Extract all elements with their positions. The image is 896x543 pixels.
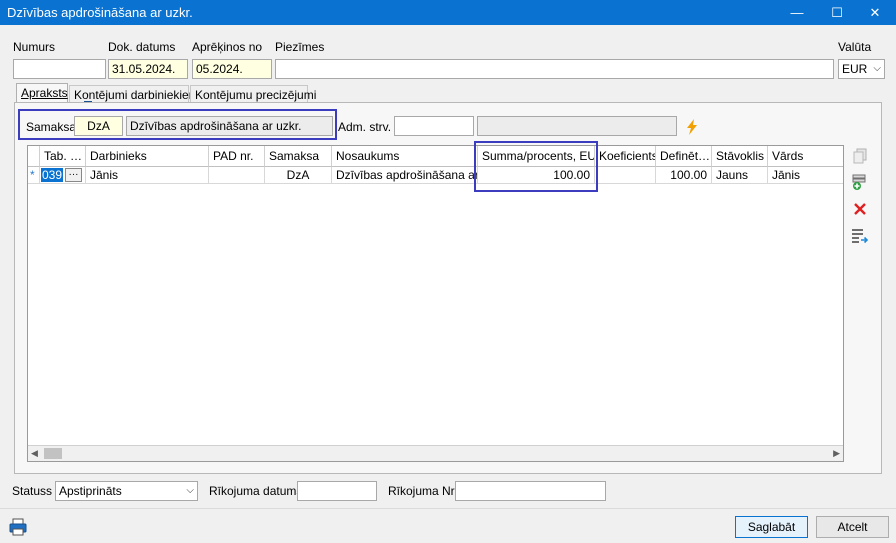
table-row-stavoklis[interactable]: Jauns xyxy=(712,167,768,184)
column-header-nosaukums[interactable]: Nosaukums xyxy=(332,146,478,167)
tab-kontejumu-precizejumi[interactable]: Kontējumu precizējumi xyxy=(190,85,316,103)
copy-row-icon[interactable] xyxy=(850,146,870,166)
column-header-pad-nr[interactable]: PAD nr. xyxy=(209,146,265,167)
minimize-icon: — xyxy=(790,5,804,20)
chevron-down-icon: ⌵ xyxy=(186,485,194,496)
numurs-label: Numurs xyxy=(13,40,56,54)
samaksa-code-field[interactable]: DzA xyxy=(74,116,123,136)
tab-number-value: 039 xyxy=(41,168,64,182)
close-button[interactable]: ✕ xyxy=(854,0,896,25)
adm-strv-label: Adm. strv. xyxy=(338,120,392,134)
tab-apraksts[interactable]: Apraksts xyxy=(16,83,68,103)
statuss-select[interactable]: Apstiprināts ⌵ xyxy=(55,481,198,501)
cancel-button[interactable]: Atcelt xyxy=(816,516,889,538)
chevron-down-icon: ⌵ xyxy=(873,63,881,74)
table-row-tab-cell[interactable]: 039 ··· xyxy=(40,167,86,184)
window-title: Dzīvības apdrošināšana ar uzkr. xyxy=(7,5,193,20)
samaksa-name-field: Dzīvības apdrošināšana ar uzkr. xyxy=(126,116,333,136)
scroll-right-icon[interactable]: ▶ xyxy=(833,448,840,459)
table-row-nosaukums[interactable]: Dzīvības apdrošināšana ar … xyxy=(332,167,478,184)
row-marker: * xyxy=(28,167,40,184)
lightning-icon[interactable] xyxy=(682,117,702,137)
piezimes-label: Piezīmes xyxy=(275,40,325,54)
rikojuma-datums-label: Rīkojuma datums xyxy=(209,484,303,498)
table-row-definet[interactable]: 100.00 xyxy=(656,167,712,184)
title-bar: Dzīvības apdrošināšana ar uzkr. — ☐ ✕ xyxy=(0,0,896,25)
save-button[interactable]: Saglabāt xyxy=(735,516,808,538)
statuss-value: Apstiprināts xyxy=(59,484,122,498)
statuss-label: Statuss xyxy=(12,484,53,498)
delete-row-icon[interactable] xyxy=(850,199,870,219)
dok-datums-label: Dok. datums xyxy=(108,40,176,54)
aprekinos-label: Aprēķinos no xyxy=(192,40,263,54)
footer-divider xyxy=(0,508,896,509)
column-header-tab[interactable]: Tab. … xyxy=(40,146,86,167)
row-indicator-header xyxy=(28,146,40,167)
valuta-label: Valūta xyxy=(838,40,872,54)
table-row-darbinieks[interactable]: Jānis xyxy=(86,167,209,184)
table-row-samaksa[interactable]: DzA xyxy=(265,167,332,184)
maximize-button[interactable]: ☐ xyxy=(816,0,858,25)
maximize-icon: ☐ xyxy=(831,4,843,20)
adm-strv-name-field xyxy=(477,116,677,136)
aprekinos-field[interactable]: 05.2024. xyxy=(192,59,272,79)
rikojuma-datums-field[interactable] xyxy=(297,481,377,501)
tab-label: Kontējumi darbiniekiem xyxy=(74,88,199,102)
summa-highlight xyxy=(474,141,598,192)
column-header-stavoklis[interactable]: Stāvoklis xyxy=(712,146,768,167)
column-header-definet[interactable]: Definēt… xyxy=(656,146,712,167)
rikojuma-nr-field[interactable] xyxy=(455,481,606,501)
scroll-left-icon[interactable]: ◀ xyxy=(31,448,38,459)
numurs-field[interactable] xyxy=(13,59,106,79)
minimize-button[interactable]: — xyxy=(776,0,818,25)
samaksa-label: Samaksa xyxy=(26,120,77,134)
tab-label: Kontējumu precizējumi xyxy=(195,88,317,102)
close-icon: ✕ xyxy=(869,4,881,20)
table-row-pad[interactable] xyxy=(209,167,265,184)
table-row-koef[interactable] xyxy=(595,167,656,184)
tab-label: Apraksts xyxy=(21,86,68,100)
add-row-icon[interactable] xyxy=(850,172,870,192)
horizontal-scrollbar[interactable]: ◀ ▶ xyxy=(28,445,843,461)
piezimes-field[interactable] xyxy=(275,59,834,79)
column-header-vards[interactable]: Vārds xyxy=(768,146,843,167)
valuta-value: EUR xyxy=(842,62,868,76)
column-header-darbinieks[interactable]: Darbinieks xyxy=(86,146,209,167)
dok-datums-field[interactable]: 31.05.2024. xyxy=(108,59,188,79)
rikojuma-nr-label: Rīkojuma Nr. xyxy=(388,484,458,498)
column-header-samaksa[interactable]: Samaksa xyxy=(265,146,332,167)
column-header-koeficients[interactable]: Koeficients xyxy=(595,146,656,167)
print-icon[interactable] xyxy=(8,517,28,537)
ellipsis-button[interactable]: ··· xyxy=(65,168,82,182)
valuta-select[interactable]: EUR ⌵ xyxy=(838,59,885,79)
data-grid: Tab. … Darbinieks PAD nr. Samaksa Nosauk… xyxy=(27,145,844,462)
move-rows-icon[interactable] xyxy=(850,226,870,246)
adm-strv-field[interactable] xyxy=(394,116,474,136)
scrollbar-thumb[interactable] xyxy=(44,448,62,459)
table-row-vards[interactable]: Jānis xyxy=(768,167,843,184)
